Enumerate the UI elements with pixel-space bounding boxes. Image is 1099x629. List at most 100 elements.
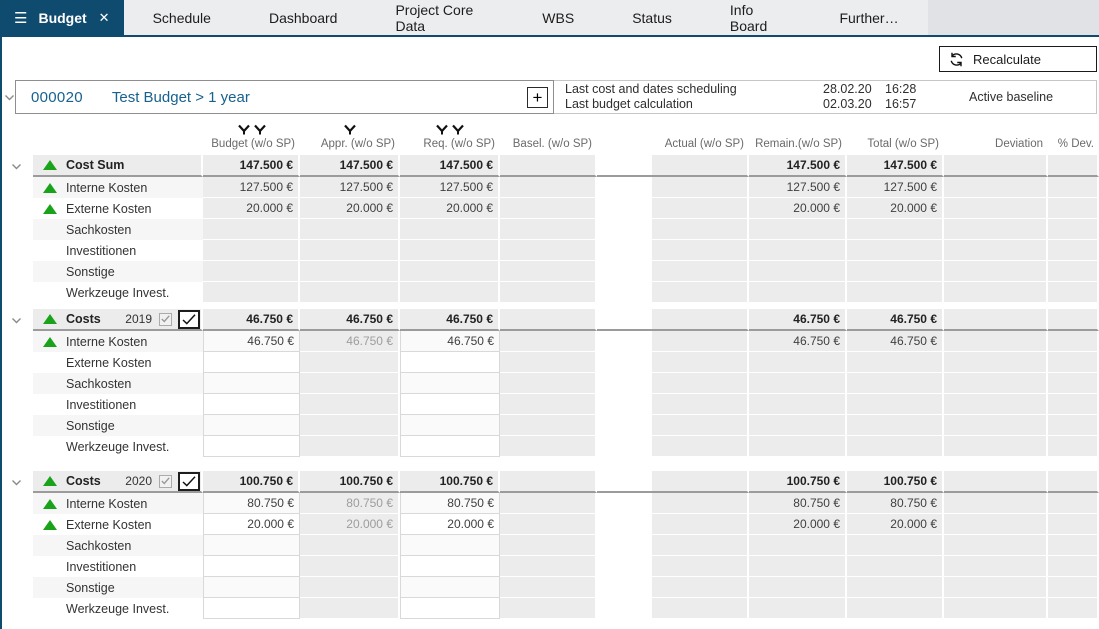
column-filter-icon[interactable]: [452, 124, 464, 137]
column-filter-icon[interactable]: [254, 124, 266, 137]
cell-budget[interactable]: [203, 556, 300, 577]
cell-budget: 100.750 €: [203, 471, 300, 493]
cell-req[interactable]: [400, 436, 500, 457]
cell-remain: [749, 556, 847, 577]
expand-chevron-icon[interactable]: [0, 309, 33, 331]
cell-budget[interactable]: [203, 373, 300, 394]
cell-req[interactable]: [400, 394, 500, 415]
chevron-spacer-cell: [0, 261, 33, 282]
cell-remain: 147.500 €: [749, 155, 847, 177]
cell-budget[interactable]: [203, 535, 300, 556]
cell-remain: 80.750 €: [749, 493, 847, 514]
cell-actual: [652, 240, 749, 261]
column-filter-icon[interactable]: [436, 124, 448, 137]
cell-actual: [652, 177, 749, 198]
row-label: Sonstige: [66, 419, 115, 433]
cell-req[interactable]: [400, 415, 500, 436]
row-label-cell: Sonstige: [33, 415, 203, 436]
cell-req[interactable]: 46.750 €: [400, 331, 500, 352]
tab-wbs[interactable]: WBS: [513, 0, 603, 35]
row-label: Werkzeuge Invest.: [66, 440, 169, 454]
column-gap: [597, 373, 652, 394]
cell-actual: [652, 331, 749, 352]
tab-dashboard[interactable]: Dashboard: [240, 0, 367, 35]
group-row: Cost Sum147.500 €147.500 €147.500 €147.5…: [0, 155, 1099, 177]
group-label-cell: Costs2019: [33, 309, 203, 331]
cell-basel: [500, 535, 597, 556]
add-button[interactable]: +: [527, 87, 548, 108]
meta-label-1: Last budget calculation: [565, 97, 823, 112]
column-filter-icon[interactable]: [344, 124, 356, 137]
include-checkbox[interactable]: [178, 472, 200, 491]
chevron-spacer-cell: [0, 493, 33, 514]
cell-appr: 46.750 €: [300, 331, 400, 352]
row-label-cell: Interne Kosten: [33, 177, 203, 198]
column-gap: [597, 352, 652, 373]
project-collapse-chevron-icon[interactable]: [3, 80, 15, 114]
close-tab-icon[interactable]: ✕: [99, 10, 110, 26]
baseline-checkbox-disabled[interactable]: [159, 475, 172, 488]
hamburger-menu-icon[interactable]: ☰: [14, 9, 27, 27]
tab-further-[interactable]: Further…: [810, 0, 927, 35]
cell-req[interactable]: [400, 556, 500, 577]
cell-deviation: [944, 373, 1048, 394]
cell-actual: [652, 556, 749, 577]
cell-deviation: [944, 577, 1048, 598]
cell-appr: 147.500 €: [300, 155, 400, 177]
tab-bar-filler: [928, 0, 1099, 35]
cell-budget[interactable]: [203, 598, 300, 619]
cell-budget[interactable]: 80.750 €: [203, 493, 300, 514]
row-label-cell: Werkzeuge Invest.: [33, 598, 203, 619]
cell-budget[interactable]: 46.750 €: [203, 331, 300, 352]
row-label: Werkzeuge Invest.: [66, 286, 169, 300]
cell-budget[interactable]: [203, 577, 300, 598]
trend-icon-slot: [33, 337, 66, 347]
table-row: Interne Kosten127.500 €127.500 €127.500 …: [0, 177, 1099, 198]
project-meta-panel: Last cost and dates scheduling28.02.2016…: [554, 80, 1097, 114]
cell-req[interactable]: [400, 373, 500, 394]
include-checkbox[interactable]: [178, 310, 200, 329]
cell-basel: [500, 309, 597, 331]
column-header-label: Budget (w/o SP): [211, 138, 295, 150]
project-header-row: 000020 Test Budget > 1 year + Last cost …: [3, 80, 1097, 114]
cell-remain: [749, 240, 847, 261]
tab-status[interactable]: Status: [603, 0, 701, 35]
column-header-deviation: Deviation: [944, 138, 1048, 155]
cell-budget[interactable]: 20.000 €: [203, 514, 300, 535]
tab-project-core-data[interactable]: Project Core Data: [366, 0, 513, 35]
cell-budget[interactable]: [203, 352, 300, 373]
cell-req[interactable]: [400, 577, 500, 598]
cell-budget[interactable]: [203, 436, 300, 457]
budget-table: Cost Sum147.500 €147.500 €147.500 €147.5…: [0, 155, 1099, 619]
tab-info-board[interactable]: Info Board: [701, 0, 811, 35]
cell-basel: [500, 177, 597, 198]
cell-req: [400, 219, 500, 240]
cell-req[interactable]: [400, 535, 500, 556]
row-label-cell: Investitionen: [33, 240, 203, 261]
column-filter-icons-req: [436, 124, 464, 137]
recalculate-button[interactable]: Recalculate: [939, 46, 1097, 72]
cell-req[interactable]: 80.750 €: [400, 493, 500, 514]
group-name: Costs: [66, 312, 101, 326]
cell-req: 100.750 €: [400, 471, 500, 493]
baseline-checkbox-disabled[interactable]: [159, 313, 172, 326]
column-filter-icon[interactable]: [238, 124, 250, 137]
cell-appr: 20.000 €: [300, 514, 400, 535]
cell-req[interactable]: 20.000 €: [400, 514, 500, 535]
cell-appr: [300, 415, 400, 436]
chevron-spacer-cell: [0, 240, 33, 261]
cell-budget[interactable]: [203, 394, 300, 415]
cell-pdev: [1048, 514, 1099, 535]
row-label: Sonstige: [66, 581, 115, 595]
tab-schedule[interactable]: Schedule: [124, 0, 240, 35]
expand-chevron-icon[interactable]: [0, 471, 33, 493]
tab-budget-active[interactable]: ☰ Budget ✕: [0, 0, 124, 35]
cell-pdev: [1048, 598, 1099, 619]
expand-chevron-icon[interactable]: [0, 155, 33, 177]
cell-deviation: [944, 219, 1048, 240]
cell-appr: [300, 598, 400, 619]
cell-actual: [652, 282, 749, 303]
cell-req[interactable]: [400, 352, 500, 373]
cell-budget[interactable]: [203, 415, 300, 436]
cell-req[interactable]: [400, 598, 500, 619]
